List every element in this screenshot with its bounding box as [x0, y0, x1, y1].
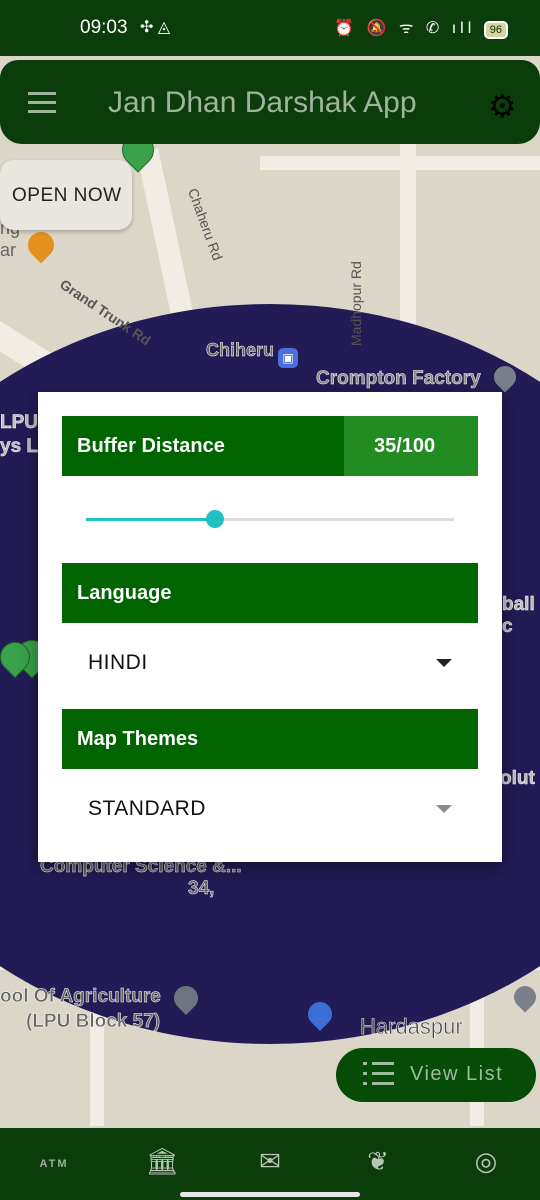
- map-label-ball: ball c: [502, 594, 535, 638]
- map-theme-dropdown-caret-icon[interactable]: [436, 805, 452, 813]
- bus-stop-icon: ▣: [278, 348, 298, 368]
- map-label-chaheru-rd: Chaheru Rd: [184, 186, 226, 263]
- restaurant-marker-icon: [22, 226, 60, 264]
- app-bar: Jan Dhan Darshak App ⚙: [0, 60, 540, 144]
- place-marker-icon: [509, 981, 540, 1013]
- map-label-lpu-block: (LPU Block 57): [26, 1011, 161, 1033]
- status-right-icons: ⏰ 🔕 ᯤ ✆ ıll 96: [334, 16, 508, 39]
- open-now-label: OPEN NOW: [12, 185, 122, 206]
- bank-icon[interactable]: 🏛: [142, 1146, 182, 1180]
- view-list-button[interactable]: View List: [336, 1048, 536, 1102]
- map-themes-header: Map Themes: [62, 709, 478, 769]
- buffer-slider-thumb[interactable]: [205, 510, 224, 528]
- battery-icon: 96: [483, 21, 508, 39]
- home-indicator: [180, 1192, 360, 1197]
- status-time: 09:03: [80, 17, 128, 38]
- buffer-distance-label: Buffer Distance: [77, 435, 225, 457]
- map-label-34: 34,: [188, 878, 215, 900]
- globe-icon[interactable]: ◎: [466, 1146, 506, 1180]
- map-label-hardaspur: Hardaspur: [360, 1014, 463, 1040]
- map-label-olut: olut: [500, 768, 535, 790]
- buffer-value-text: 35/100: [374, 435, 436, 457]
- map-label-ar: ar: [0, 240, 17, 260]
- map-themes-label: Map Themes: [77, 728, 199, 750]
- map-label-agriculture: ool Of Agriculture: [0, 986, 161, 1008]
- open-now-button[interactable]: OPEN NOW: [0, 160, 132, 230]
- map-label-chiheru: Chiheru: [206, 340, 275, 361]
- buffer-slider-fill: [86, 518, 215, 521]
- map-label-lpu: LPU: [0, 412, 38, 434]
- status-bar: 09:03 ✣ ◬ ⏰ 🔕 ᯤ ✆ ıll 96: [0, 0, 540, 56]
- status-left-icons: ✣ ◬: [140, 19, 171, 36]
- app-title: Jan Dhan Darshak App: [108, 86, 417, 119]
- leaf-icon[interactable]: ❦: [358, 1146, 398, 1180]
- view-list-label: View List: [410, 1063, 504, 1085]
- status-icons: ⏰ 🔕 ᯤ ✆ ıll: [334, 20, 476, 37]
- map-road: [260, 156, 540, 170]
- map-theme-select[interactable]: STANDARD: [88, 797, 206, 821]
- mail-icon[interactable]: ✉: [250, 1146, 290, 1180]
- language-select[interactable]: HINDI: [88, 651, 148, 675]
- language-header: Language: [62, 563, 478, 623]
- language-label: Language: [77, 582, 172, 604]
- hamburger-menu-icon[interactable]: [28, 92, 56, 113]
- buffer-value-box: 35/100: [344, 416, 478, 476]
- list-icon: [363, 1062, 394, 1088]
- atm-tab[interactable]: ATM: [34, 1158, 74, 1192]
- language-dropdown-caret-icon[interactable]: [436, 659, 452, 667]
- gear-icon[interactable]: ⚙: [488, 87, 517, 125]
- settings-dialog: Buffer Distance 35/100 Language HINDI Ma…: [38, 392, 502, 862]
- map-label-madhopur-rd: Madhopur Rd: [348, 261, 364, 346]
- buffer-distance-header: Buffer Distance 35/100: [62, 416, 478, 476]
- map-label-crompton-factory: Crompton Factory: [316, 368, 481, 390]
- bottom-navigation: ATM 🏛 ✉ ❦ ◎: [0, 1128, 540, 1200]
